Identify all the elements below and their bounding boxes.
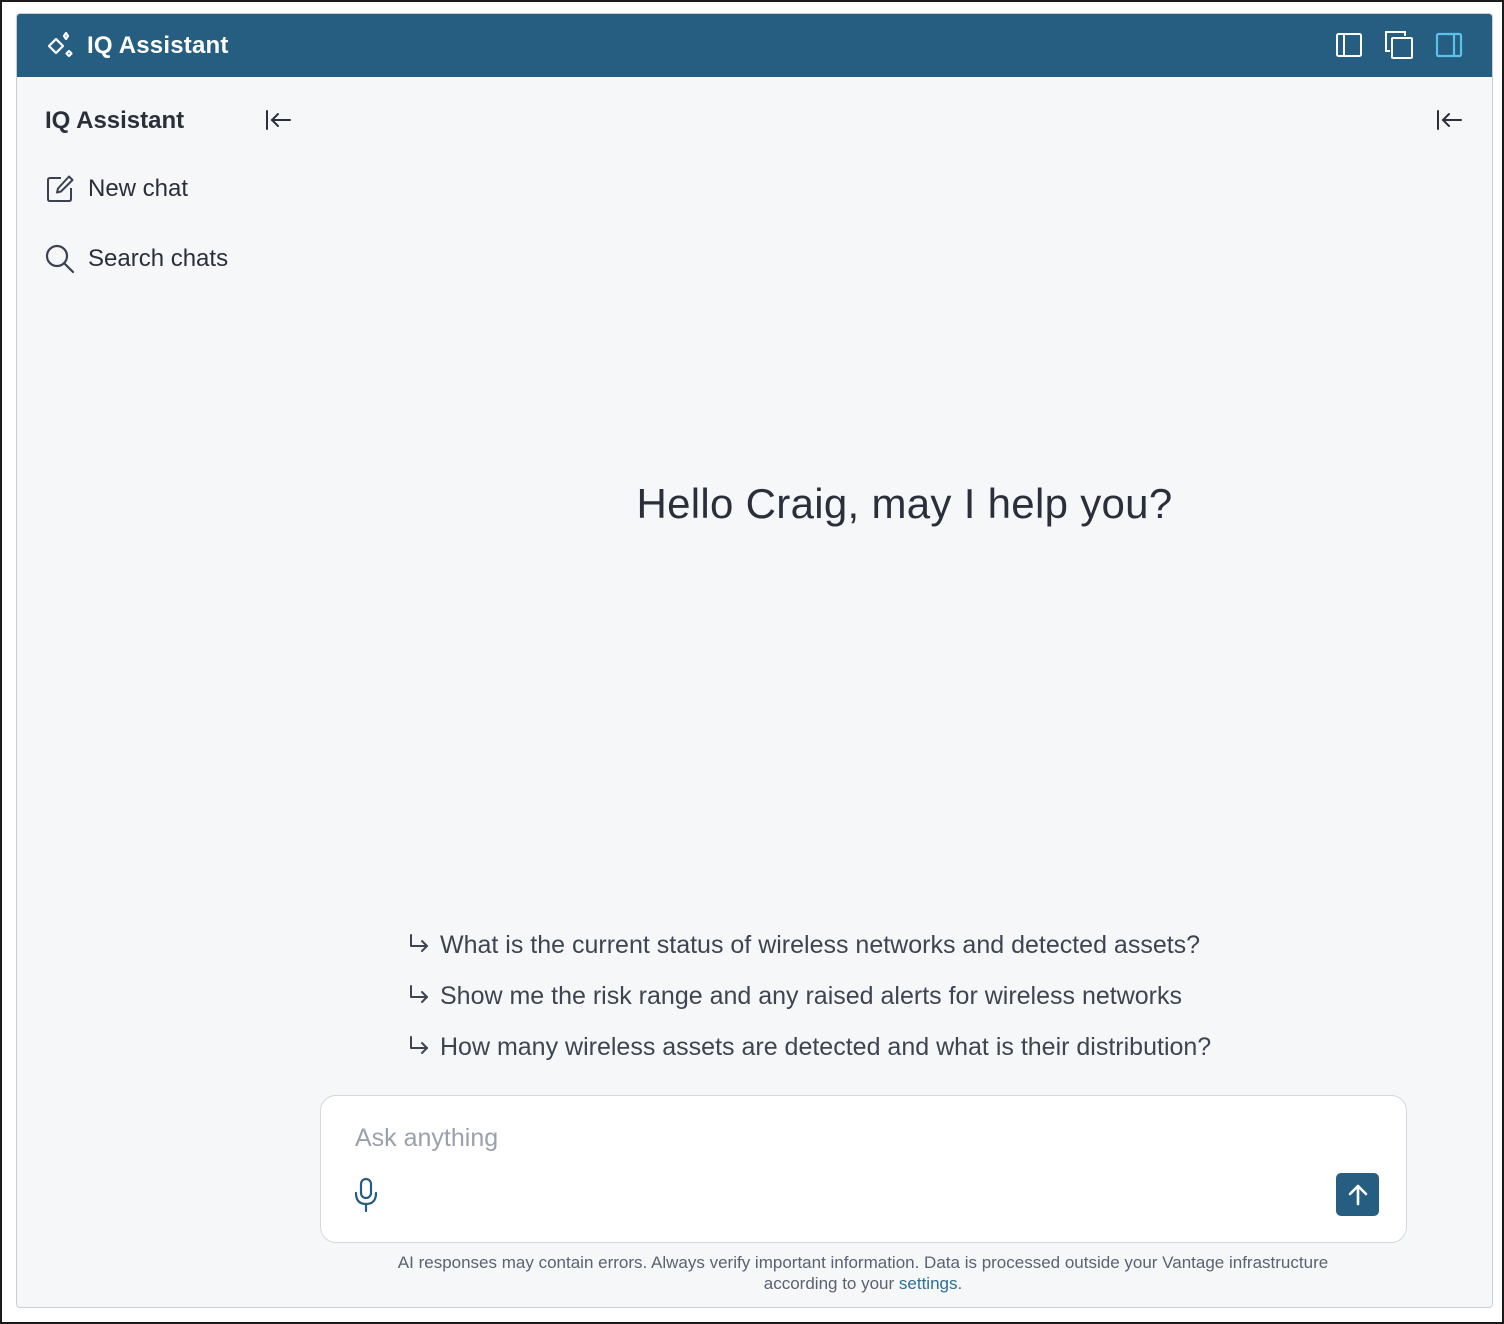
sidebar-layout-icon[interactable] <box>1334 28 1364 62</box>
new-chat-button[interactable]: New chat <box>43 169 188 209</box>
search-chats-button[interactable]: Search chats <box>43 239 228 279</box>
sidebar: IQ Assistant New chat Search chats <box>17 77 317 1307</box>
right-panel-layout-icon[interactable] <box>1434 28 1464 62</box>
arrow-up-icon <box>1348 1184 1367 1205</box>
disclaimer-text: AI responses may contain errors. Always … <box>317 1252 1409 1294</box>
sparkle-diamond-icon <box>43 29 77 63</box>
return-arrow-icon <box>407 1033 431 1057</box>
send-button[interactable] <box>1336 1173 1379 1216</box>
message-composer <box>320 1095 1407 1243</box>
title-bar: IQ Assistant <box>17 14 1492 77</box>
screen-frame: IQ Assistant IQ Assistant New chat Searc… <box>0 0 1504 1324</box>
collapse-panel-icon[interactable] <box>1432 105 1466 135</box>
assistant-window: IQ Assistant IQ Assistant New chat Searc… <box>16 13 1493 1308</box>
disclaimer-suffix: . <box>957 1274 963 1293</box>
edit-square-icon <box>43 172 77 206</box>
suggestion-item[interactable]: Show me the risk range and any raised al… <box>407 971 1211 1022</box>
ask-input[interactable] <box>355 1120 1255 1156</box>
return-arrow-icon <box>407 982 431 1006</box>
sidebar-title: IQ Assistant <box>45 107 185 134</box>
greeting-heading: Hello Craig, may I help you? <box>636 480 1173 527</box>
disclaimer-line-1: AI responses may contain errors. Always … <box>397 1253 1329 1272</box>
popout-window-icon[interactable] <box>1384 28 1414 62</box>
suggestion-text: Show me the risk range and any raised al… <box>440 982 1182 1010</box>
suggestion-text: How many wireless assets are detected an… <box>440 1033 1212 1061</box>
search-icon <box>43 242 77 276</box>
disclaimer-line-2: according to your <box>763 1274 899 1293</box>
search-chats-label: Search chats <box>88 245 229 272</box>
suggestion-list: What is the current status of wireless n… <box>407 920 1211 1073</box>
suggestion-text: What is the current status of wireless n… <box>440 931 1201 959</box>
window-title: IQ Assistant <box>87 31 229 59</box>
window-actions <box>1334 28 1464 62</box>
new-chat-label: New chat <box>88 175 189 202</box>
microphone-icon[interactable] <box>351 1176 381 1214</box>
suggestion-item[interactable]: How many wireless assets are detected an… <box>407 1022 1211 1073</box>
suggestion-item[interactable]: What is the current status of wireless n… <box>407 920 1211 971</box>
return-arrow-icon <box>407 931 431 955</box>
collapse-sidebar-icon[interactable] <box>261 105 295 135</box>
settings-link[interactable]: settings <box>899 1274 958 1293</box>
